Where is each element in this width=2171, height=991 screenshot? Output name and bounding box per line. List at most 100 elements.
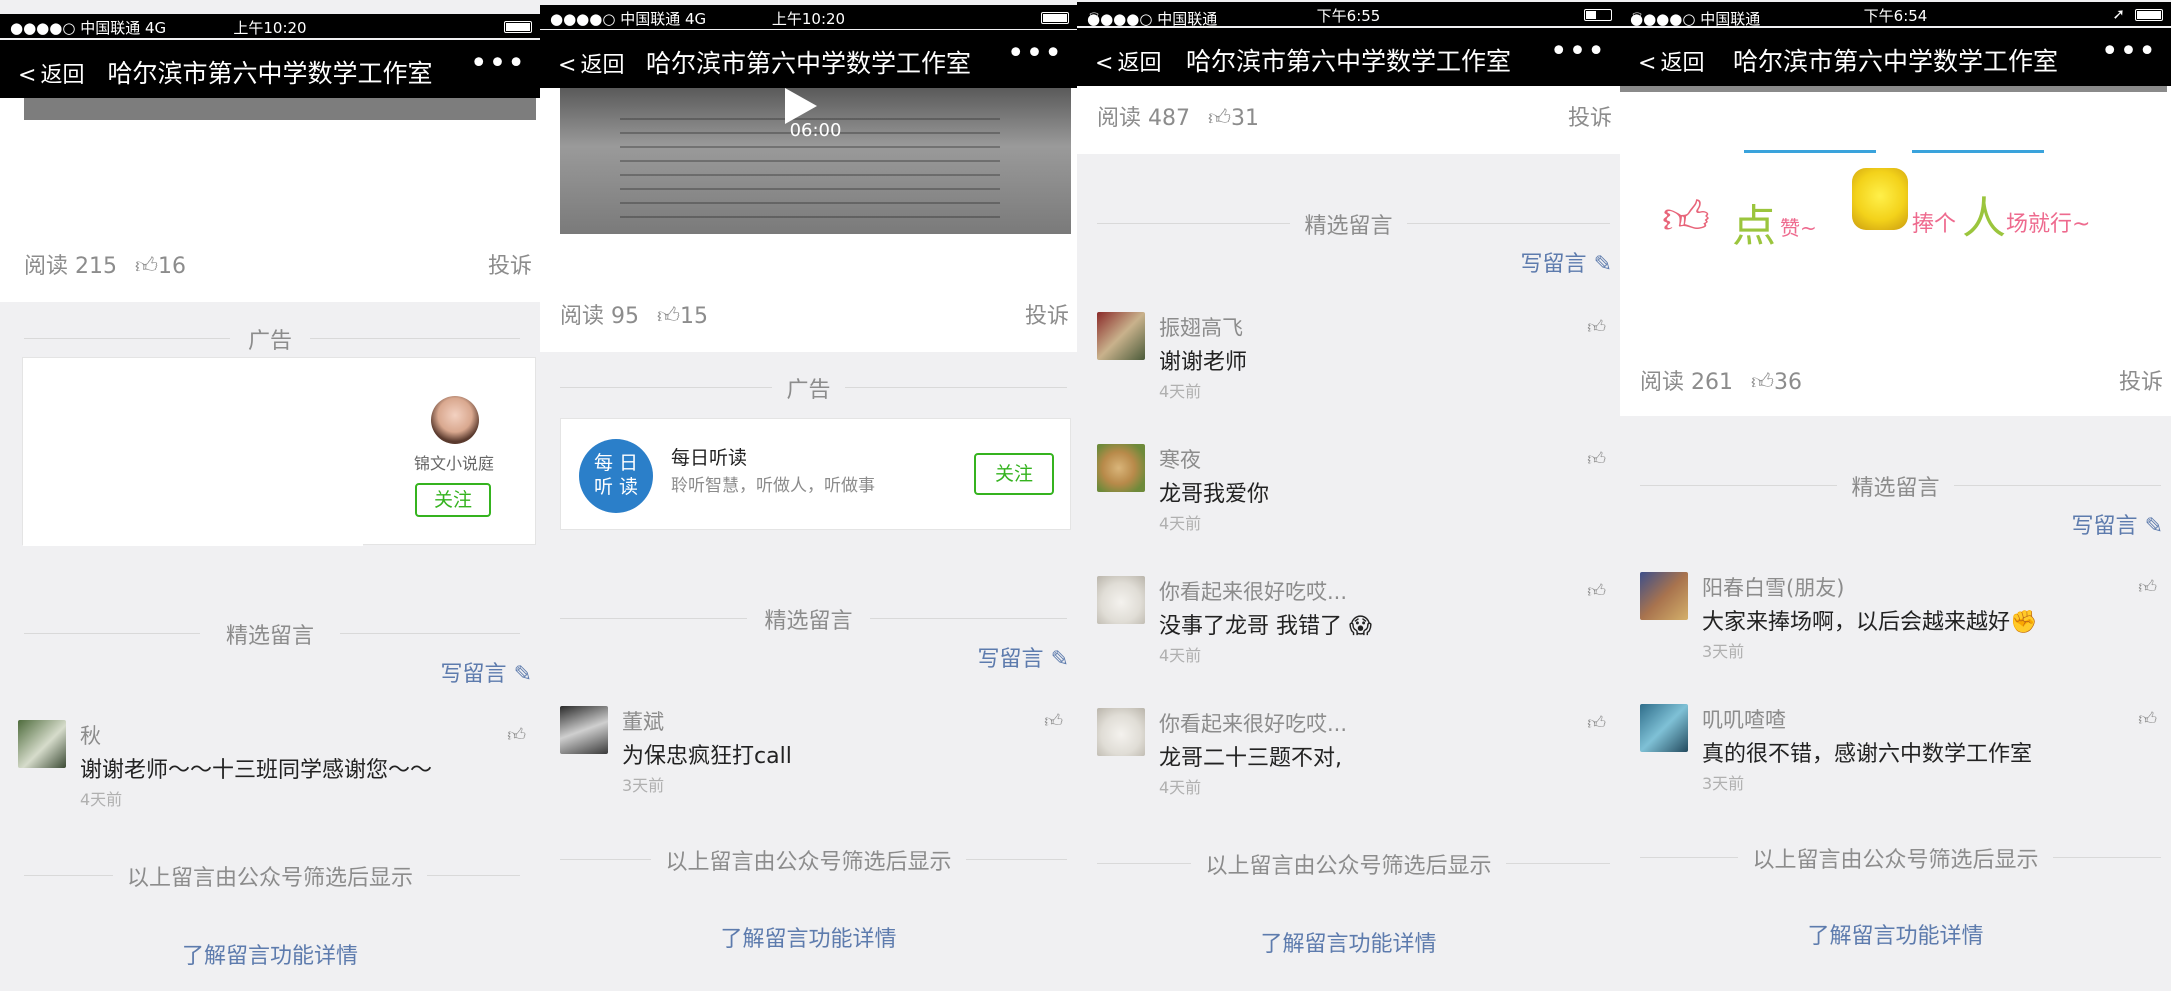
ad-image bbox=[23, 358, 363, 546]
avatar bbox=[1097, 444, 1145, 492]
thumb-up-icon[interactable]: 👍︎ bbox=[1587, 712, 1606, 734]
avatar bbox=[1097, 576, 1145, 624]
like-count: 16 bbox=[158, 254, 186, 279]
thumb-up-icon[interactable]: 👍︎ bbox=[2138, 708, 2157, 730]
comment-time: 3天前 bbox=[622, 776, 665, 795]
write-comment-button[interactable]: 写留言 ✎ bbox=[2072, 508, 2163, 540]
comment-item: 董斌 为保忠疯狂打call 3天前 👍︎ bbox=[560, 706, 1063, 806]
learn-more-link[interactable]: 了解留言功能详情 bbox=[1620, 918, 2171, 950]
comment-body: 为保忠疯狂打call bbox=[622, 744, 792, 769]
write-comment-button[interactable]: 写留言 ✎ bbox=[1521, 246, 1612, 278]
thumbs-up-icon: 👍︎ bbox=[1662, 190, 1711, 244]
article-image-edge bbox=[1620, 86, 2167, 92]
complain-link[interactable]: 投诉 bbox=[488, 248, 532, 280]
nav-title: 哈尔滨市第六中学数学工作室 bbox=[107, 59, 433, 88]
more-icon[interactable]: ••• bbox=[1007, 36, 1063, 71]
pencil-icon: ✎ bbox=[1050, 647, 1069, 672]
comment-author: 你看起来很好吃哎... bbox=[1159, 580, 1348, 604]
comment-item: 你看起来很好吃哎... 龙哥二十三题不对, 4天前 👍︎ bbox=[1097, 708, 1606, 808]
article-card: 👍︎ 点 赞~ 捧个 人 场就行~ 阅读 261 👍︎36 投诉 bbox=[1620, 86, 2171, 416]
ad-card[interactable]: 每 日 听 读 每日听读 聆听智慧，听做人，听做事 关注 bbox=[560, 418, 1071, 530]
write-comment-button[interactable]: 写留言 ✎ bbox=[441, 656, 532, 688]
comment-item: 你看起来很好吃哎... 没事了龙哥 我错了 😱 4天前 👍︎ bbox=[1097, 576, 1606, 676]
phone-screen-3: ●●●●○ 中国联通 ⌔ 下午6:55 < 返回 哈尔滨市第六中学数学工作室 ••… bbox=[1077, 0, 1620, 991]
status-time: 上午10:20 bbox=[771, 10, 846, 28]
complain-link[interactable]: 投诉 bbox=[2119, 364, 2163, 396]
comment-author: 阳春白雪(朋友) bbox=[1702, 576, 1845, 600]
thumb-up-icon[interactable]: 👍︎ bbox=[1587, 316, 1606, 338]
status-bar: ●●●●○ 中国联通 4G 上午10:20 bbox=[0, 14, 540, 38]
status-time: 上午10:20 bbox=[233, 19, 307, 37]
comments-footer: 以上留言由公众号筛选后显示 bbox=[540, 844, 1077, 876]
read-count: 阅读 215 bbox=[24, 254, 117, 279]
play-icon[interactable] bbox=[785, 88, 817, 124]
learn-more-link[interactable]: 了解留言功能详情 bbox=[540, 921, 1077, 953]
status-bar: ●●●●○ 中国联通 4G 上午10:20 bbox=[540, 5, 1077, 29]
thumb-up-icon[interactable]: 👍︎ bbox=[1751, 370, 1774, 395]
comments-footer: 以上留言由公众号筛选后显示 bbox=[1620, 842, 2171, 874]
comment-author: 叽叽喳喳 bbox=[1702, 708, 1786, 732]
avatar bbox=[1097, 708, 1145, 756]
ad-card[interactable]: 锦文小说庭 关注 bbox=[22, 357, 536, 546]
comment-time: 3天前 bbox=[1702, 642, 1745, 661]
thumb-up-icon[interactable]: 👍︎ bbox=[1587, 580, 1606, 602]
status-bar: ●●●●○ 中国联通 ⌔ 下午6:54 ➚ bbox=[1620, 2, 2171, 28]
like-count: 31 bbox=[1231, 106, 1259, 131]
comment-body: 大家来捧场啊，以后会越来越好✊ bbox=[1702, 610, 2038, 635]
follow-button[interactable]: 关注 bbox=[974, 453, 1054, 495]
pencil-icon: ✎ bbox=[2144, 514, 2163, 539]
read-count: 阅读 95 bbox=[560, 304, 639, 329]
learn-more-link[interactable]: 了解留言功能详情 bbox=[0, 938, 540, 970]
more-icon[interactable]: ••• bbox=[1550, 34, 1606, 69]
thumb-up-icon[interactable]: 👍︎ bbox=[135, 254, 158, 279]
ad-account-name: 每日听读 bbox=[671, 447, 748, 469]
thumb-up-icon[interactable]: 👍︎ bbox=[657, 304, 680, 329]
thumb-up-icon[interactable]: 👍︎ bbox=[1587, 448, 1606, 470]
thumb-up-icon[interactable]: 👍︎ bbox=[2138, 576, 2157, 598]
location-icon: ➚ bbox=[2112, 5, 2125, 23]
ad-description: 聆听智慧，听做人，听做事 bbox=[671, 476, 875, 496]
complain-link[interactable]: 投诉 bbox=[1025, 298, 1069, 330]
comment-item: 秋 谢谢老师～～十三班同学感谢您～～ 4天前 👍︎ bbox=[18, 720, 526, 820]
screenshot-collage: ●●●●○ 中国联通 4G 上午10:20 < 返回 哈尔滨市第六中学数学工作室 … bbox=[0, 0, 2171, 991]
nav-title: 哈尔滨市第六中学数学工作室 bbox=[645, 49, 971, 78]
phone-screen-2: ●●●●○ 中国联通 4G 上午10:20 < 返回 哈尔滨市第六中学数学工作室 … bbox=[540, 0, 1077, 991]
avatar bbox=[1097, 312, 1145, 360]
status-time: 下午6:55 bbox=[1316, 7, 1381, 25]
phone-screen-4: ●●●●○ 中国联通 ⌔ 下午6:54 ➚ < 返回 哈尔滨市第六中学数学工作室 … bbox=[1620, 0, 2171, 991]
status-bar: ●●●●○ 中国联通 ⌔ 下午6:55 bbox=[1077, 2, 1620, 28]
thumb-up-icon[interactable]: 👍︎ bbox=[1044, 710, 1063, 732]
comment-body: 没事了龙哥 我错了 😱 bbox=[1159, 614, 1372, 639]
nav-bar: < 返回 哈尔滨市第六中学数学工作室 ••• bbox=[540, 30, 1077, 88]
ad-follow-wrap: 关注 bbox=[415, 483, 491, 517]
comment-item: 叽叽喳喳 真的很不错，感谢六中数学工作室 3天前 👍︎ bbox=[1640, 704, 2157, 804]
battery-icon bbox=[504, 21, 532, 33]
thumb-up-icon[interactable]: 👍︎ bbox=[507, 724, 526, 746]
like-count: 15 bbox=[680, 304, 708, 329]
status-time: 下午6:54 bbox=[1863, 7, 1928, 25]
more-icon[interactable]: ••• bbox=[2101, 34, 2157, 69]
nav-title: 哈尔滨市第六中学数学工作室 bbox=[1185, 47, 1511, 76]
video-thumbnail[interactable]: 06:00 bbox=[560, 88, 1071, 234]
section-title: 精选留言 bbox=[1620, 470, 2171, 502]
learn-more-link[interactable]: 了解留言功能详情 bbox=[1077, 926, 1620, 958]
write-comment-button[interactable]: 写留言 ✎ bbox=[978, 641, 1069, 673]
comment-item: 阳春白雪(朋友) 大家来捧场啊，以后会越来越好✊ 3天前 👍︎ bbox=[1640, 572, 2157, 672]
follow-button[interactable]: 关注 bbox=[415, 483, 491, 517]
battery-icon bbox=[1041, 12, 1069, 24]
ad-logo: 每 日 听 读 bbox=[579, 439, 653, 513]
comment-body: 谢谢老师～～十三班同学感谢您～～ bbox=[80, 758, 433, 783]
article-image bbox=[24, 98, 536, 120]
comment-time: 4天前 bbox=[1159, 382, 1202, 401]
article-card: 06:00 阅读 95 👍︎15 投诉 bbox=[540, 88, 1077, 352]
divider-line bbox=[1744, 150, 1876, 153]
comment-body: 真的很不错，感谢六中数学工作室 bbox=[1702, 742, 2033, 767]
comment-author: 你看起来很好吃哎... bbox=[1159, 712, 1348, 736]
sponge-character-image bbox=[1852, 168, 1908, 230]
comment-author: 董斌 bbox=[622, 710, 664, 734]
ad-follow-wrap: 关注 bbox=[974, 453, 1054, 495]
more-icon[interactable]: ••• bbox=[470, 46, 526, 81]
like-count: 36 bbox=[1774, 370, 1802, 395]
complain-link[interactable]: 投诉 bbox=[1568, 100, 1612, 132]
thumb-up-icon[interactable]: 👍︎ bbox=[1208, 106, 1231, 131]
